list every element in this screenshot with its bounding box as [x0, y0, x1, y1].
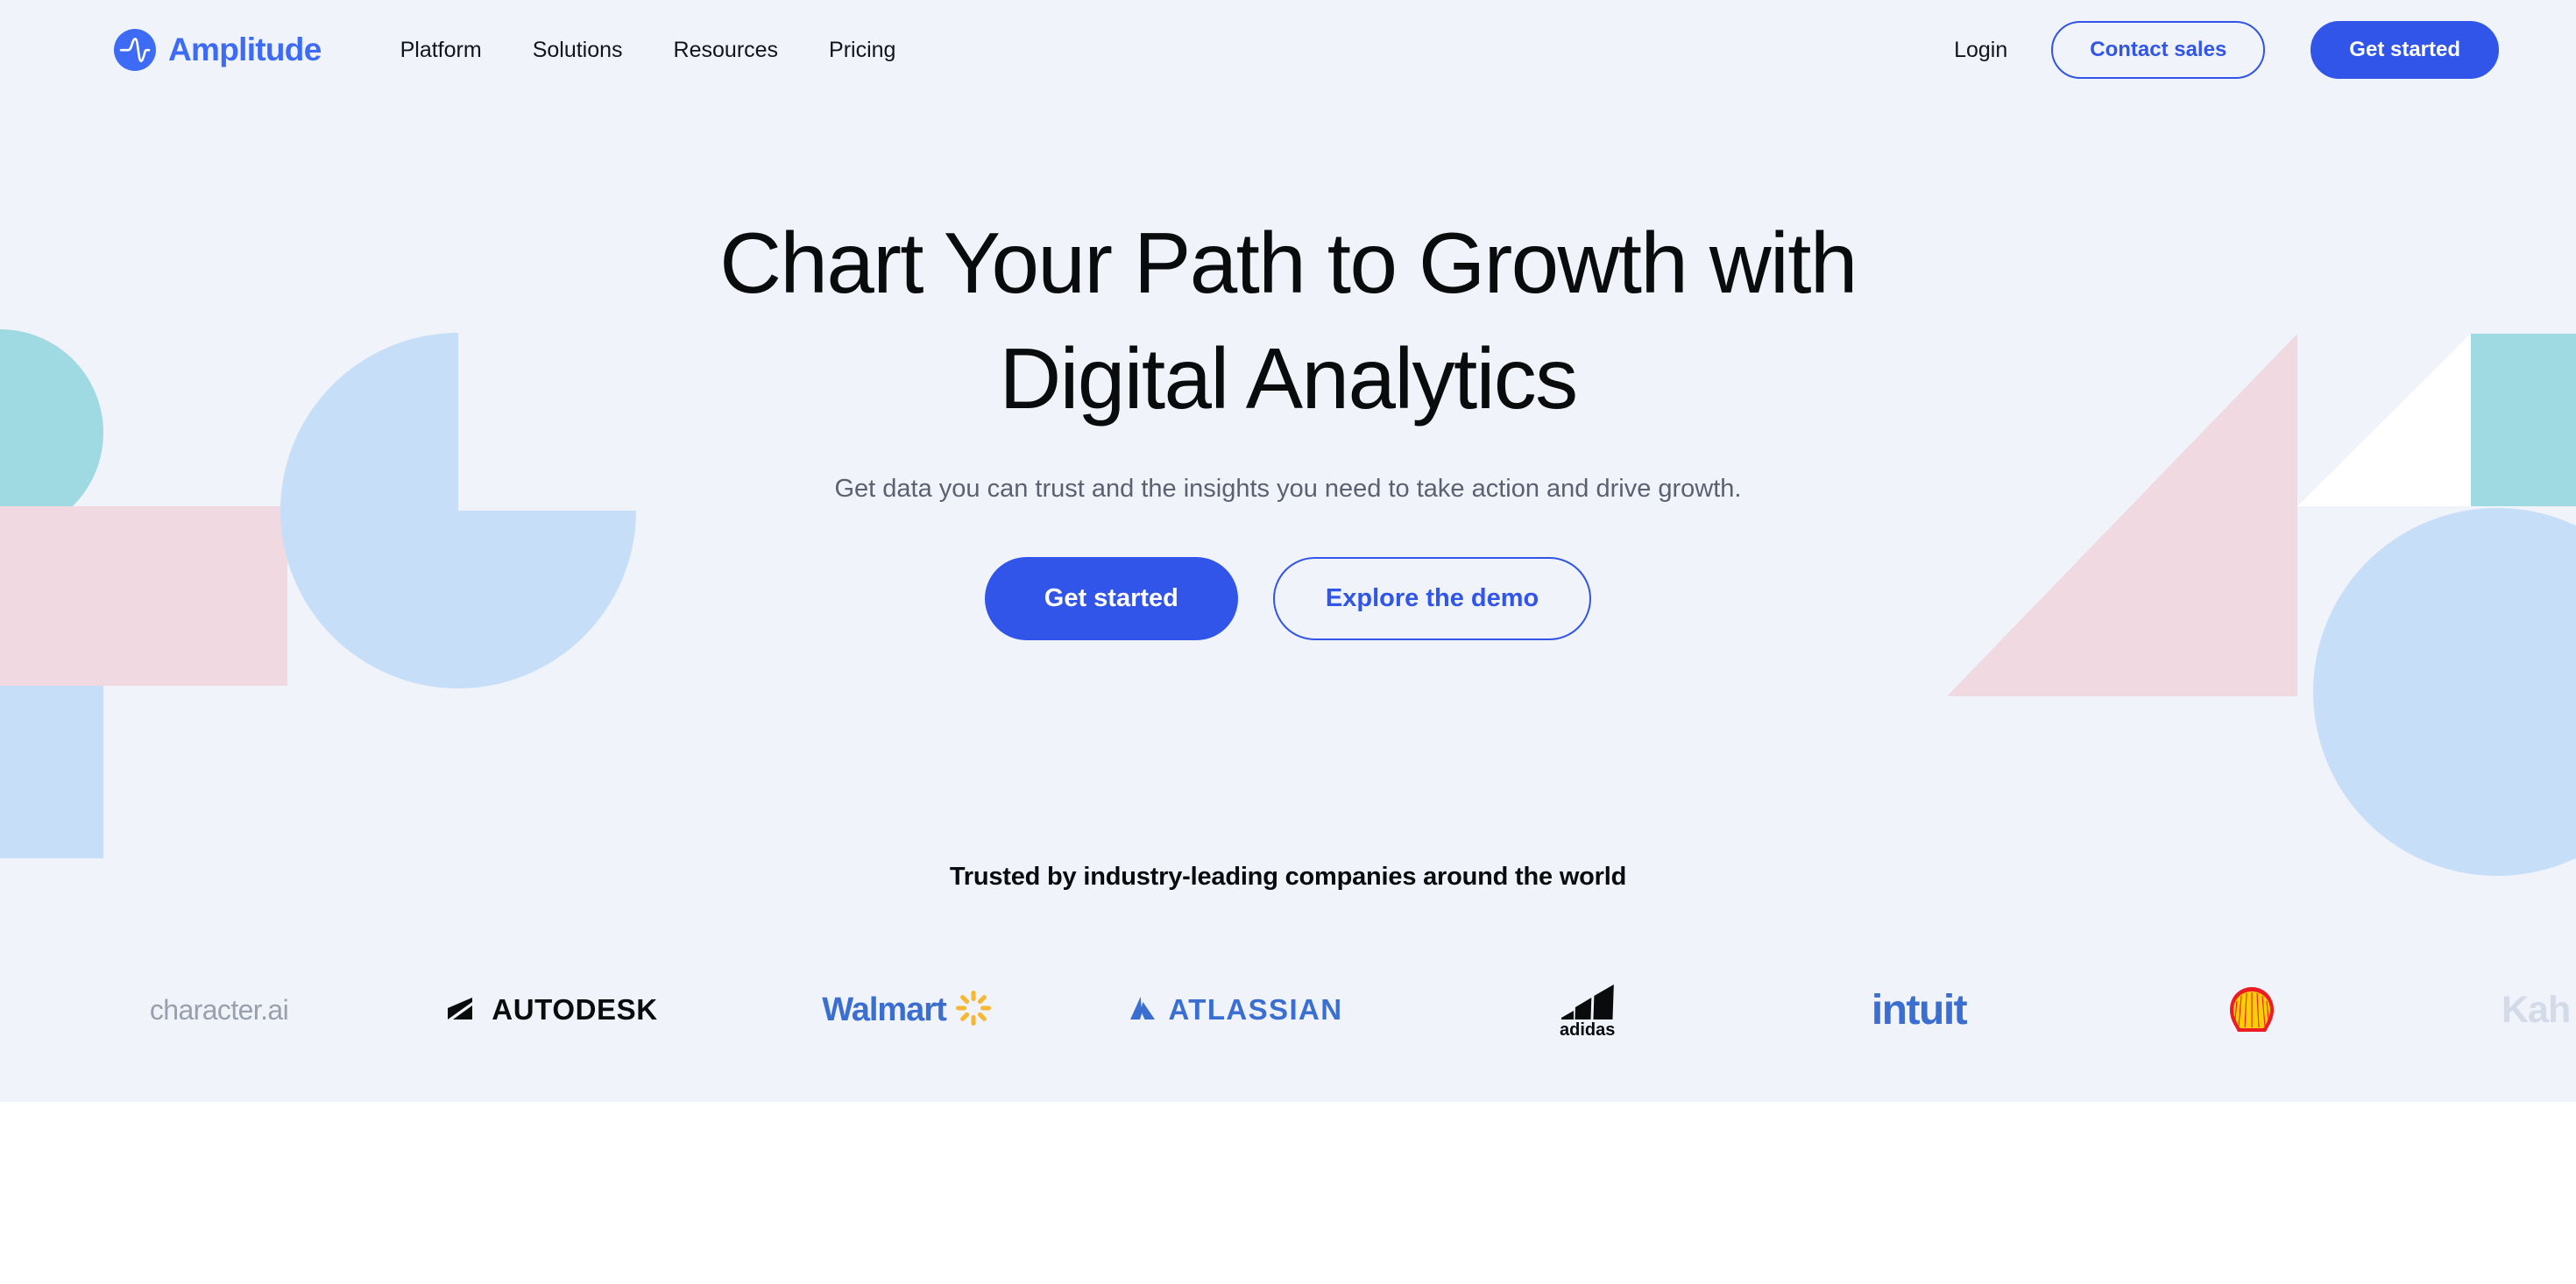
brand-name-text: Amplitude: [168, 32, 322, 67]
decor-blue-rectangle-left: [0, 686, 103, 858]
customer-logo-strip: character.ai AUTODESK Walmart ATLASSIAN …: [0, 962, 2576, 1058]
trusted-by-section: Trusted by industry-leading companies ar…: [0, 863, 2576, 892]
brand-logo-link[interactable]: Amplitude: [114, 29, 322, 71]
logo-atlassian-text: ATLASSIAN: [1168, 993, 1343, 1026]
logo-autodesk-text: AUTODESK: [492, 993, 658, 1026]
page-title-line-1: Chart Your Path to Growth with: [719, 215, 1858, 311]
logo-kahoot-text: Kah: [2502, 988, 2571, 1031]
nav-link-resources[interactable]: Resources: [674, 38, 779, 63]
contact-sales-button[interactable]: Contact sales: [2051, 21, 2266, 79]
autodesk-mark-icon: [446, 996, 481, 1025]
login-link[interactable]: Login: [1954, 38, 2007, 63]
logo-intuit-text: intuit: [1871, 986, 1968, 1034]
amplitude-logo-icon: [114, 29, 156, 71]
nav-links-group: Platform Solutions Resources Pricing: [400, 38, 896, 63]
hero-subtitle: Get data you can trust and the insights …: [834, 475, 1742, 503]
logo-autodesk[interactable]: AUTODESK: [421, 962, 683, 1058]
logo-adidas[interactable]: adidas: [1507, 962, 1682, 1058]
logo-atlassian[interactable]: ATLASSIAN: [1095, 962, 1376, 1058]
logo-character-ai[interactable]: character.ai: [92, 962, 346, 1058]
hero-get-started-button[interactable]: Get started: [984, 557, 1238, 640]
logo-walmart[interactable]: Walmart: [780, 962, 1034, 1058]
page-title: Chart Your Path to Growth with Digital A…: [0, 205, 2576, 436]
nav-link-solutions[interactable]: Solutions: [533, 38, 623, 63]
nav-actions-group: Login Contact sales Get started: [1954, 21, 2499, 79]
nav-get-started-button[interactable]: Get started: [2311, 21, 2499, 79]
logo-shell[interactable]: [2182, 962, 2322, 1058]
logo-character-ai-text: character.ai: [149, 993, 289, 1026]
logo-kahoot[interactable]: Kah: [2502, 962, 2576, 1058]
main-navbar: Amplitude Platform Solutions Resources P…: [0, 0, 2576, 100]
nav-link-platform[interactable]: Platform: [400, 38, 482, 63]
nav-link-pricing[interactable]: Pricing: [829, 38, 895, 63]
logo-walmart-text: Walmart: [822, 991, 947, 1028]
page-root: Amplitude Platform Solutions Resources P…: [0, 0, 2576, 1284]
logo-intuit[interactable]: intuit: [1805, 962, 2033, 1058]
page-title-line-2: Digital Analytics: [999, 330, 1578, 427]
shell-pecten-icon: [2230, 987, 2274, 1032]
atlassian-mark-icon: [1129, 994, 1157, 1026]
hero-cta-group: Get started Explore the demo: [0, 557, 2576, 640]
logo-adidas-text: adidas: [1560, 1020, 1615, 1039]
trusted-by-heading: Trusted by industry-leading companies ar…: [949, 863, 1627, 891]
walmart-spark-icon: [955, 990, 992, 1031]
hero-explore-demo-button[interactable]: Explore the demo: [1272, 557, 1592, 640]
